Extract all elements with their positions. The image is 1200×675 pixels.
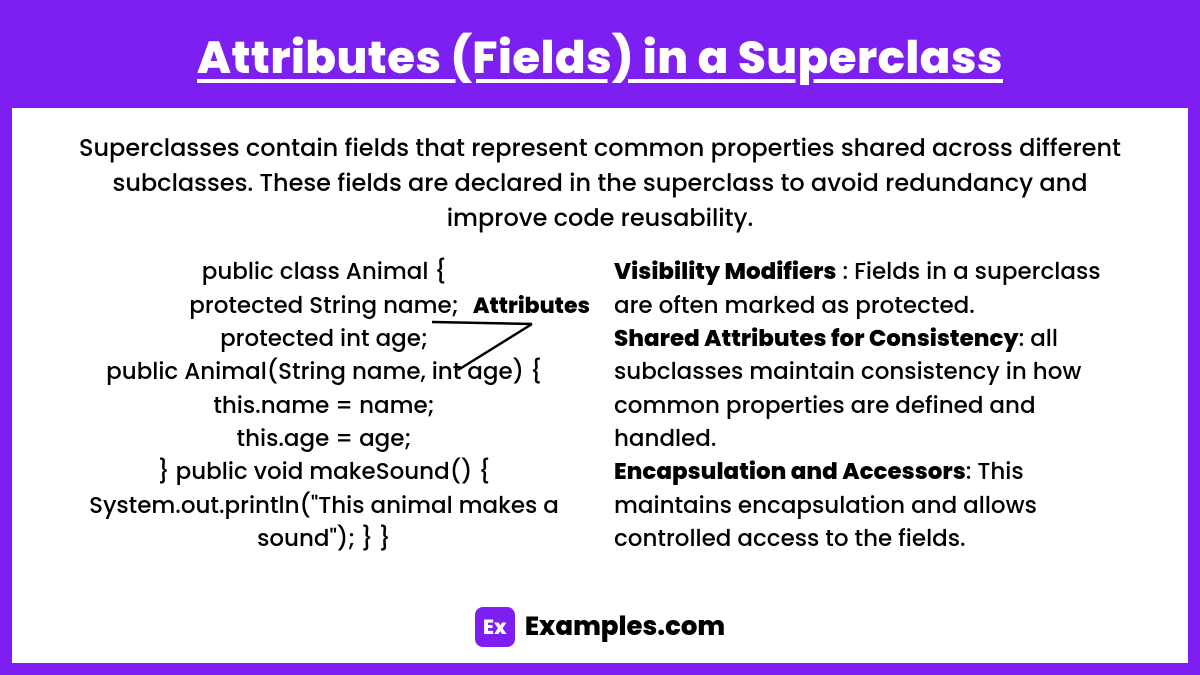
logo-icon: Ex bbox=[475, 607, 515, 647]
code-line: this.name = name; bbox=[62, 390, 586, 423]
title-bar: Attributes (Fields) in a Superclass bbox=[12, 12, 1188, 108]
code-line: public class Animal { bbox=[62, 256, 586, 289]
code-line: sound"); } } bbox=[62, 523, 586, 556]
point-item: Shared Attributes for Consistency: all s… bbox=[614, 323, 1138, 456]
content-area: Superclasses contain fields that represe… bbox=[12, 108, 1188, 663]
point-item: Visibility Modifiers : Fields in a super… bbox=[614, 256, 1138, 323]
point-label: Visibility Modifiers bbox=[614, 256, 836, 288]
footer: Ex Examples.com bbox=[62, 607, 1138, 647]
code-line: System.out.println("This animal makes a bbox=[62, 490, 586, 523]
points-column: Visibility Modifiers : Fields in a super… bbox=[614, 256, 1138, 556]
point-label: Shared Attributes for Consistency bbox=[614, 323, 1019, 355]
code-column: public class Animal { protected String n… bbox=[62, 256, 586, 556]
code-line: } public void makeSound() { bbox=[62, 456, 586, 489]
slide-title: Attributes (Fields) in a Superclass bbox=[32, 24, 1168, 92]
point-label: Encapsulation and Accessors bbox=[614, 456, 966, 488]
brand-text: Examples.com bbox=[525, 608, 725, 647]
pointer-icon bbox=[428, 320, 538, 380]
code-line: this.age = age; bbox=[62, 423, 586, 456]
slide-card: Attributes (Fields) in a Superclass Supe… bbox=[12, 12, 1188, 663]
annotation-label: Attributes bbox=[473, 290, 590, 322]
intro-text: Superclasses contain fields that represe… bbox=[62, 132, 1138, 236]
point-item: Encapsulation and Accessors: This mainta… bbox=[614, 456, 1138, 556]
columns: public class Animal { protected String n… bbox=[62, 256, 1138, 599]
